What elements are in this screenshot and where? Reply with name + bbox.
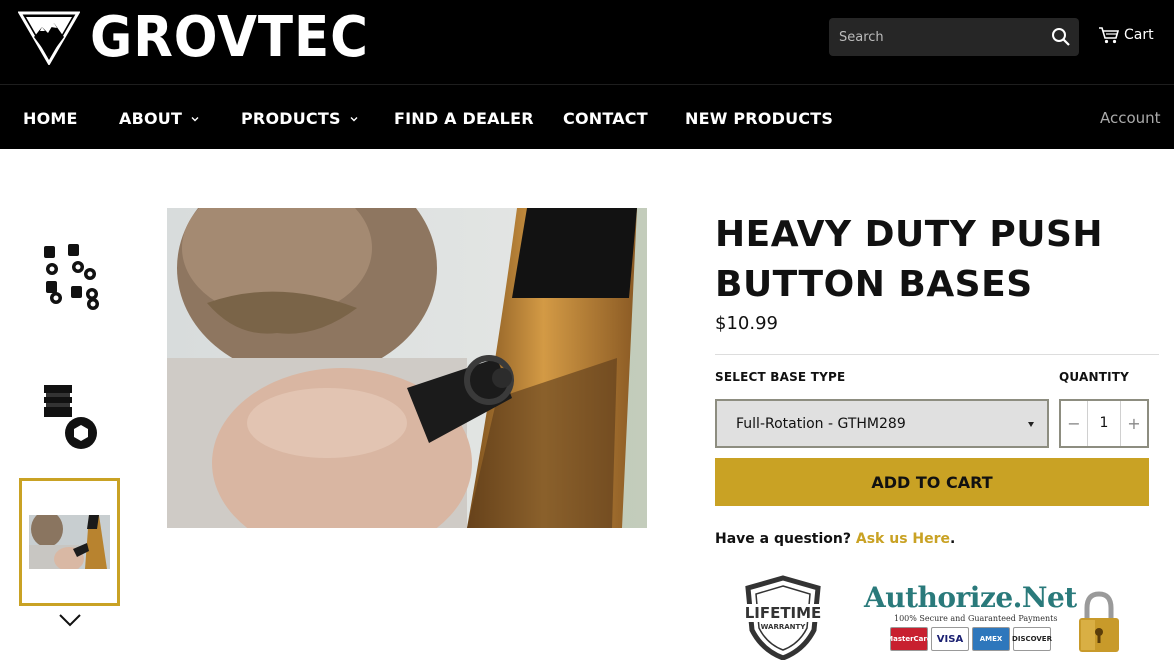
product-thumbnail-active[interactable] <box>19 478 120 606</box>
cart-icon <box>1099 27 1120 44</box>
search-bar <box>829 18 1079 56</box>
authnet-logo: Authorize.Net <box>864 581 1077 614</box>
nav-item-label: PRODUCTS <box>241 109 341 128</box>
base-type-label: SELECT BASE TYPE <box>715 370 846 384</box>
warranty-line2: WARRANTY <box>761 623 807 631</box>
chevron-down-icon <box>350 116 358 121</box>
thumbnail-photo-image <box>29 515 110 569</box>
divider <box>715 354 1159 355</box>
nav-item-products[interactable]: PRODUCTS <box>241 109 358 128</box>
question-end: . <box>950 531 956 547</box>
main-nav: HOME ABOUT PRODUCTS FIND A DEALER CONTAC… <box>0 84 1174 149</box>
quantity-increase-button[interactable]: + <box>1121 401 1147 446</box>
base-type-value: Full-Rotation - GTHM289 <box>736 415 906 432</box>
logo-mountain-icon <box>18 11 80 65</box>
warranty-line1: LIFETIME <box>745 604 822 622</box>
nav-item-contact[interactable]: CONTACT <box>563 109 648 128</box>
authorize-net-badge[interactable]: Authorize.Net 100% Secure and Guaranteed… <box>864 581 1077 651</box>
ask-us-link[interactable]: Ask us Here <box>856 531 950 547</box>
top-header: GROVTEC Cart <box>0 0 1174 84</box>
nav-item-new-products[interactable]: NEW PRODUCTS <box>685 109 833 128</box>
mastercard-icon: MasterCard <box>886 627 932 651</box>
question-text: Have a question? <box>715 531 856 547</box>
quantity-decrease-button[interactable]: − <box>1061 401 1087 446</box>
nav-item-label: CONTACT <box>563 109 648 128</box>
nav-item-home[interactable]: HOME <box>23 109 78 128</box>
dropdown-caret-icon <box>1028 422 1034 427</box>
visa-icon: VISA <box>931 627 969 651</box>
main-product-image[interactable] <box>167 208 647 528</box>
product-thumbnail[interactable] <box>19 212 120 340</box>
discover-icon: DISCOVER <box>1012 627 1052 651</box>
site-logo[interactable]: GROVTEC <box>18 8 393 68</box>
quantity-label: QUANTITY <box>1059 370 1130 384</box>
product-photo <box>167 208 647 528</box>
add-to-cart-button[interactable]: ADD TO CART <box>715 458 1149 506</box>
search-input[interactable] <box>829 18 1039 56</box>
product-price: $10.99 <box>715 313 778 334</box>
nav-item-label: HOME <box>23 109 78 128</box>
nav-item-label: ABOUT <box>119 109 183 128</box>
amex-icon: AMEX <box>972 627 1010 651</box>
base-type-select[interactable]: Full-Rotation - GTHM289 <box>715 399 1049 448</box>
logo-wordmark: GROVTEC <box>90 5 369 70</box>
product-thumbnail[interactable] <box>19 346 120 474</box>
lifetime-warranty-badge: LIFETIME WARRANTY <box>740 575 826 660</box>
quantity-input[interactable]: 1 <box>1087 401 1121 446</box>
thumbnail-base-image <box>43 385 97 449</box>
nav-item-label: NEW PRODUCTS <box>685 109 834 128</box>
search-icon[interactable] <box>1051 27 1071 47</box>
product-title: HEAVY DUTY PUSH BUTTON BASES <box>715 214 1104 305</box>
payment-cards: MasterCard VISA AMEX DISCOVER <box>886 627 1070 651</box>
thumbnail-parts-image <box>43 244 99 310</box>
cart-label: Cart <box>1124 27 1154 43</box>
nav-item-find-a-dealer[interactable]: FIND A DEALER <box>394 109 534 128</box>
nav-item-label: FIND A DEALER <box>394 109 534 128</box>
authnet-tagline: 100% Secure and Guaranteed Payments <box>894 614 1058 623</box>
chevron-down-icon <box>191 116 199 121</box>
cart-link[interactable]: Cart <box>1098 26 1154 44</box>
nav-item-about[interactable]: ABOUT <box>119 109 199 128</box>
chevron-down-icon[interactable] <box>58 612 82 628</box>
padlock-icon <box>1079 591 1119 652</box>
quantity-stepper: − 1 + <box>1059 399 1149 448</box>
question-line: Have a question? Ask us Here. <box>715 531 955 547</box>
account-link[interactable]: Account <box>1100 109 1161 127</box>
